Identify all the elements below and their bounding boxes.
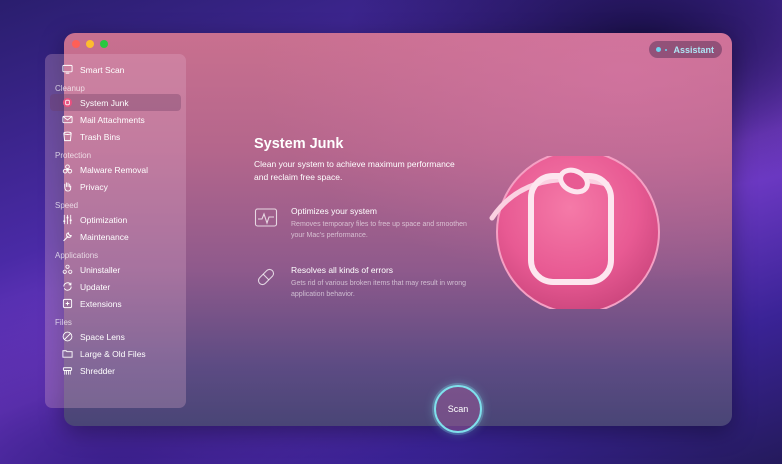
sidebar-item-privacy[interactable]: Privacy bbox=[50, 178, 181, 195]
sidebar-item-malware-removal[interactable]: Malware Removal bbox=[50, 161, 181, 178]
minimize-window-button[interactable] bbox=[86, 40, 94, 48]
sidebar-item-updater[interactable]: Updater bbox=[50, 278, 181, 295]
wrench-icon bbox=[62, 231, 73, 242]
sidebar-item-label: Updater bbox=[80, 281, 111, 292]
mail-icon bbox=[62, 114, 73, 125]
feature-description: Gets rid of various broken items that ma… bbox=[291, 280, 467, 298]
sidebar: Smart Scan Cleanup System Junk Mail Atta… bbox=[45, 54, 186, 408]
sidebar-section-cleanup: Cleanup bbox=[55, 84, 85, 93]
updater-icon bbox=[62, 281, 73, 292]
folder-icon bbox=[62, 348, 73, 359]
sidebar-item-system-junk[interactable]: System Junk bbox=[50, 94, 181, 111]
extensions-icon bbox=[62, 298, 73, 309]
sidebar-section-files: Files bbox=[55, 318, 72, 327]
sidebar-item-smart-scan[interactable]: Smart Scan bbox=[50, 61, 181, 78]
sidebar-item-extensions[interactable]: Extensions bbox=[50, 295, 181, 312]
trash-icon bbox=[62, 131, 73, 142]
scan-button[interactable]: Scan bbox=[434, 385, 482, 433]
sidebar-item-label: Malware Removal bbox=[80, 164, 149, 175]
monitor-icon bbox=[62, 64, 73, 75]
pill-icon bbox=[254, 265, 278, 289]
system-junk-hero-icon bbox=[487, 150, 668, 314]
sliders-icon bbox=[62, 214, 73, 225]
sidebar-section-protection: Protection bbox=[55, 151, 92, 160]
sidebar-item-uninstaller[interactable]: Uninstaller bbox=[50, 261, 181, 278]
sidebar-item-label: Trash Bins bbox=[80, 131, 121, 142]
system-junk-icon bbox=[62, 97, 73, 108]
sidebar-item-label: Shredder bbox=[80, 365, 115, 376]
sidebar-item-label: Optimization bbox=[80, 214, 128, 225]
sidebar-item-maintenance[interactable]: Maintenance bbox=[50, 228, 181, 245]
sidebar-item-label: Large & Old Files bbox=[80, 348, 146, 359]
assistant-status-icon bbox=[656, 47, 662, 52]
sidebar-item-label: Uninstaller bbox=[80, 264, 121, 275]
chart-wave-icon bbox=[254, 206, 278, 230]
assistant-button[interactable]: Assistant bbox=[649, 41, 722, 58]
feature-title: Optimizes your system bbox=[291, 206, 377, 216]
feature-description: Removes temporary files to free up space… bbox=[291, 221, 467, 239]
space-lens-icon bbox=[62, 331, 73, 342]
sidebar-item-label: Space Lens bbox=[80, 331, 125, 342]
sidebar-section-speed: Speed bbox=[55, 201, 79, 210]
feature-title: Resolves all kinds of errors bbox=[291, 265, 394, 275]
sidebar-section-applications: Applications bbox=[55, 251, 99, 260]
sidebar-item-label: Extensions bbox=[80, 298, 122, 309]
hand-icon bbox=[62, 181, 73, 192]
sidebar-item-shredder[interactable]: Shredder bbox=[50, 362, 181, 379]
close-window-button[interactable] bbox=[72, 40, 80, 48]
shredder-icon bbox=[62, 365, 73, 376]
sidebar-item-label: System Junk bbox=[80, 97, 129, 108]
sidebar-item-label: Maintenance bbox=[80, 231, 129, 242]
sidebar-item-optimization[interactable]: Optimization bbox=[50, 211, 181, 228]
sidebar-item-mail-attachments[interactable]: Mail Attachments bbox=[50, 111, 181, 128]
assistant-dot-icon bbox=[665, 48, 668, 51]
sidebar-item-space-lens[interactable]: Space Lens bbox=[50, 328, 181, 345]
page-description: Clean your system to achieve maximum per… bbox=[254, 159, 455, 182]
biohazard-icon bbox=[62, 164, 73, 175]
sidebar-item-large-old-files[interactable]: Large & Old Files bbox=[50, 345, 181, 362]
sidebar-item-label: Mail Attachments bbox=[80, 114, 145, 125]
window-controls bbox=[72, 40, 108, 48]
sidebar-item-label: Privacy bbox=[80, 181, 108, 192]
sidebar-item-trash-bins[interactable]: Trash Bins bbox=[50, 128, 181, 145]
zoom-window-button[interactable] bbox=[100, 40, 108, 48]
assistant-label: Assistant bbox=[673, 44, 714, 55]
sidebar-item-label: Smart Scan bbox=[80, 64, 125, 75]
uninstaller-icon bbox=[62, 264, 73, 275]
page-title: System Junk bbox=[254, 136, 344, 152]
